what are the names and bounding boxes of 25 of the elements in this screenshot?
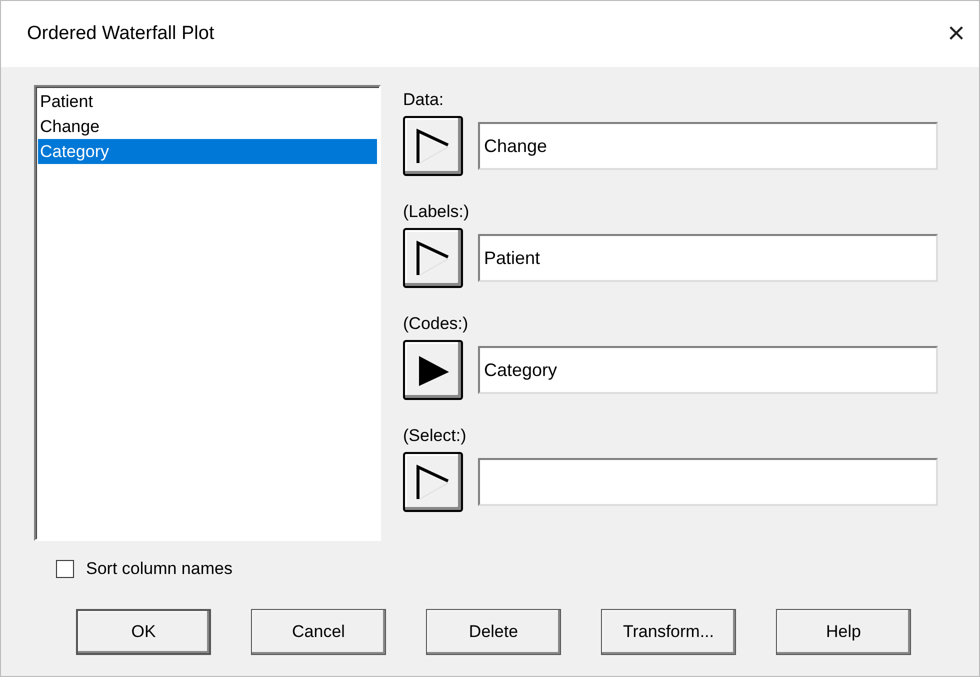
- input-field[interactable]: Patient: [478, 234, 938, 282]
- arrow-button[interactable]: [403, 452, 463, 512]
- field-label: (Codes:): [403, 314, 470, 334]
- checkbox-label: Sort column names: [86, 559, 232, 579]
- dialog-button[interactable]: Help: [776, 609, 911, 655]
- arrow-button[interactable]: [403, 228, 463, 288]
- column-list-item[interactable]: Patient: [38, 89, 377, 114]
- input-field[interactable]: Category: [478, 346, 938, 394]
- arrow-button[interactable]: [403, 340, 463, 400]
- column-list-item[interactable]: Change: [38, 114, 377, 139]
- input-field[interactable]: Change: [478, 122, 938, 170]
- dialog-button[interactable]: Transform...: [601, 609, 736, 655]
- close-button[interactable]: ×: [947, 17, 965, 51]
- dialog-button[interactable]: Cancel: [251, 609, 386, 655]
- arrow-button[interactable]: [403, 116, 463, 176]
- field-label: (Labels:): [403, 202, 470, 222]
- field-label: (Select:): [403, 426, 468, 446]
- window-title: Ordered Waterfall Plot: [27, 23, 214, 45]
- dialog-button[interactable]: OK: [76, 609, 211, 655]
- field-label: Data:: [403, 90, 445, 110]
- column-list[interactable]: Patient Change Category: [34, 85, 381, 541]
- column-list-item[interactable]: Category: [38, 139, 377, 164]
- dialog-button[interactable]: Delete: [426, 609, 561, 655]
- input-field[interactable]: [478, 458, 938, 506]
- checkbox[interactable]: [56, 560, 74, 578]
